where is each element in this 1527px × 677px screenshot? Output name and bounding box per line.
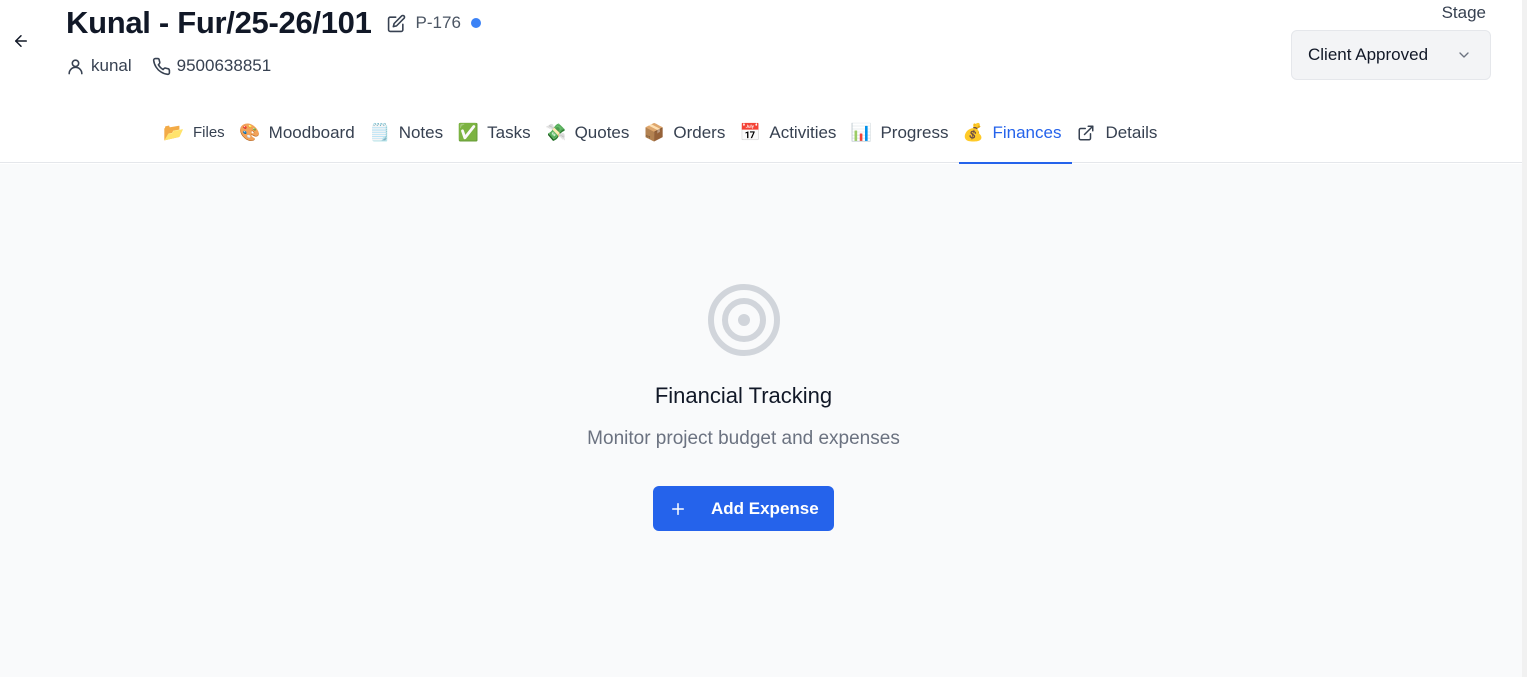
tab-activities-label: Activities	[769, 122, 837, 142]
tab-orders[interactable]: 📦 Orders	[640, 104, 736, 163]
plus-icon	[672, 502, 684, 515]
folder-icon: 📂	[163, 122, 185, 142]
money-bag-icon: 💰	[962, 122, 985, 142]
scrollbar-track[interactable]	[1522, 0, 1527, 677]
package-icon: 📦	[643, 122, 665, 142]
tab-finances-label: Finances	[992, 122, 1062, 142]
project-code: P-176	[415, 13, 461, 32]
tab-details[interactable]: Details	[1072, 104, 1168, 163]
money-wings-icon: 💸	[544, 122, 567, 142]
tab-tasks[interactable]: ✅ Tasks	[454, 104, 541, 163]
stage-dropdown[interactable]: Client Approved	[1291, 30, 1491, 80]
phone-number: 9500638851	[152, 56, 272, 76]
arrow-left-icon	[15, 35, 27, 47]
status-dot	[470, 18, 481, 28]
project-title: Kunal - Fur/25-26/101	[66, 5, 372, 40]
tab-finances[interactable]: 💰 Finances	[959, 104, 1073, 164]
tab-quotes[interactable]: 💸 Quotes	[542, 104, 641, 163]
notepad-icon: 🗒️	[369, 122, 391, 142]
tab-progress-label: Progress	[880, 122, 949, 142]
tab-notes-label: Notes	[398, 122, 444, 142]
project-tabs: 📂 Files 🎨 Moodboard 🗒️ Notes ✅ Tasks 💸 Q…	[160, 104, 1168, 164]
finances-panel	[0, 164, 1522, 677]
stage-label: Stage	[1441, 3, 1486, 22]
chevron-down-icon	[1459, 52, 1469, 58]
stage-value: Client Approved	[1308, 45, 1429, 64]
title-row: Kunal - Fur/25-26/101 P-176	[66, 4, 481, 42]
tab-files-label: Files	[193, 124, 225, 141]
target-icon	[708, 284, 780, 356]
tab-activities[interactable]: 📅 Activities	[736, 104, 847, 163]
phone-number-text: 9500638851	[176, 56, 272, 75]
tab-details-label: Details	[1105, 122, 1158, 142]
pencil-icon	[387, 14, 406, 32]
client-name-text: kunal	[91, 56, 132, 75]
back-button[interactable]	[8, 28, 34, 54]
tab-orders-label: Orders	[673, 122, 726, 142]
meta-row: kunal 9500638851	[66, 52, 271, 80]
tab-tasks-label: Tasks	[487, 122, 531, 142]
empty-state-subtitle: Monitor project budget and expenses	[587, 428, 900, 449]
user-icon	[68, 58, 83, 74]
add-expense-label: Add Expense	[711, 498, 819, 518]
tab-progress[interactable]: 📊 Progress	[847, 104, 959, 163]
check-box-icon: ✅	[457, 122, 479, 142]
palette-icon: 🎨	[239, 122, 261, 142]
external-link-icon	[1075, 124, 1097, 142]
tab-moodboard-label: Moodboard	[268, 122, 355, 142]
edit-title-button[interactable]	[386, 12, 408, 34]
add-expense-button[interactable]: Add Expense	[653, 486, 834, 531]
empty-state-title: Financial Tracking	[654, 383, 833, 408]
phone-icon	[152, 57, 170, 75]
project-header: Kunal - Fur/25-26/101 P-176 kunal 950063…	[0, 0, 1522, 164]
tab-quotes-label: Quotes	[574, 122, 630, 142]
client-name: kunal	[66, 56, 132, 76]
bar-chart-icon: 📊	[850, 122, 873, 142]
tab-moodboard[interactable]: 🎨 Moodboard	[236, 104, 366, 163]
tab-notes[interactable]: 🗒️ Notes	[366, 104, 454, 163]
tab-files[interactable]: 📂 Files	[160, 104, 236, 163]
calendar-icon: 📅	[739, 122, 761, 142]
